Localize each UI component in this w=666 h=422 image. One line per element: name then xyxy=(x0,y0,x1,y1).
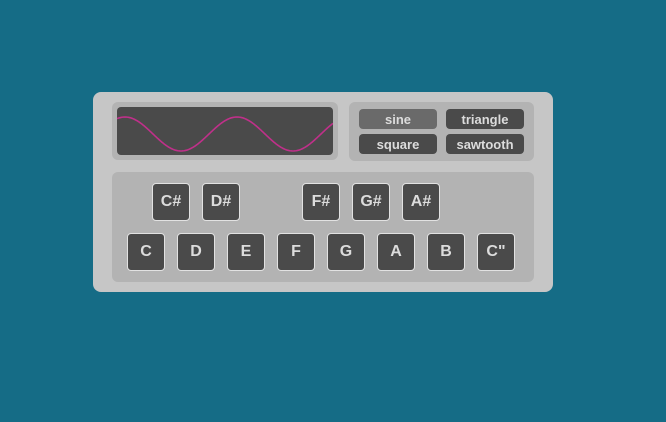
triangle-button[interactable]: triangle xyxy=(446,109,524,129)
waveform-graph xyxy=(117,116,333,152)
key-f-sharp[interactable]: F# xyxy=(302,183,340,221)
key-a[interactable]: A xyxy=(377,233,415,271)
synth-panel: sine triangle square sawtooth C# D# F# G… xyxy=(93,92,553,292)
sawtooth-button[interactable]: sawtooth xyxy=(446,134,524,154)
waveform-line xyxy=(117,116,333,152)
oscilloscope-frame xyxy=(112,102,338,160)
key-f[interactable]: F xyxy=(277,233,315,271)
sine-button[interactable]: sine xyxy=(359,109,437,129)
square-button[interactable]: square xyxy=(359,134,437,154)
key-c-high[interactable]: C" xyxy=(477,233,515,271)
key-c-sharp[interactable]: C# xyxy=(152,183,190,221)
key-d[interactable]: D xyxy=(177,233,215,271)
keyboard: C# D# F# G# A# C D E F G A B C" xyxy=(112,172,534,282)
key-c[interactable]: C xyxy=(127,233,165,271)
oscilloscope-display xyxy=(117,107,333,155)
key-b[interactable]: B xyxy=(427,233,465,271)
key-e[interactable]: E xyxy=(227,233,265,271)
key-g[interactable]: G xyxy=(327,233,365,271)
key-d-sharp[interactable]: D# xyxy=(202,183,240,221)
waveform-selector: sine triangle square sawtooth xyxy=(349,102,534,161)
key-a-sharp[interactable]: A# xyxy=(402,183,440,221)
key-g-sharp[interactable]: G# xyxy=(352,183,390,221)
